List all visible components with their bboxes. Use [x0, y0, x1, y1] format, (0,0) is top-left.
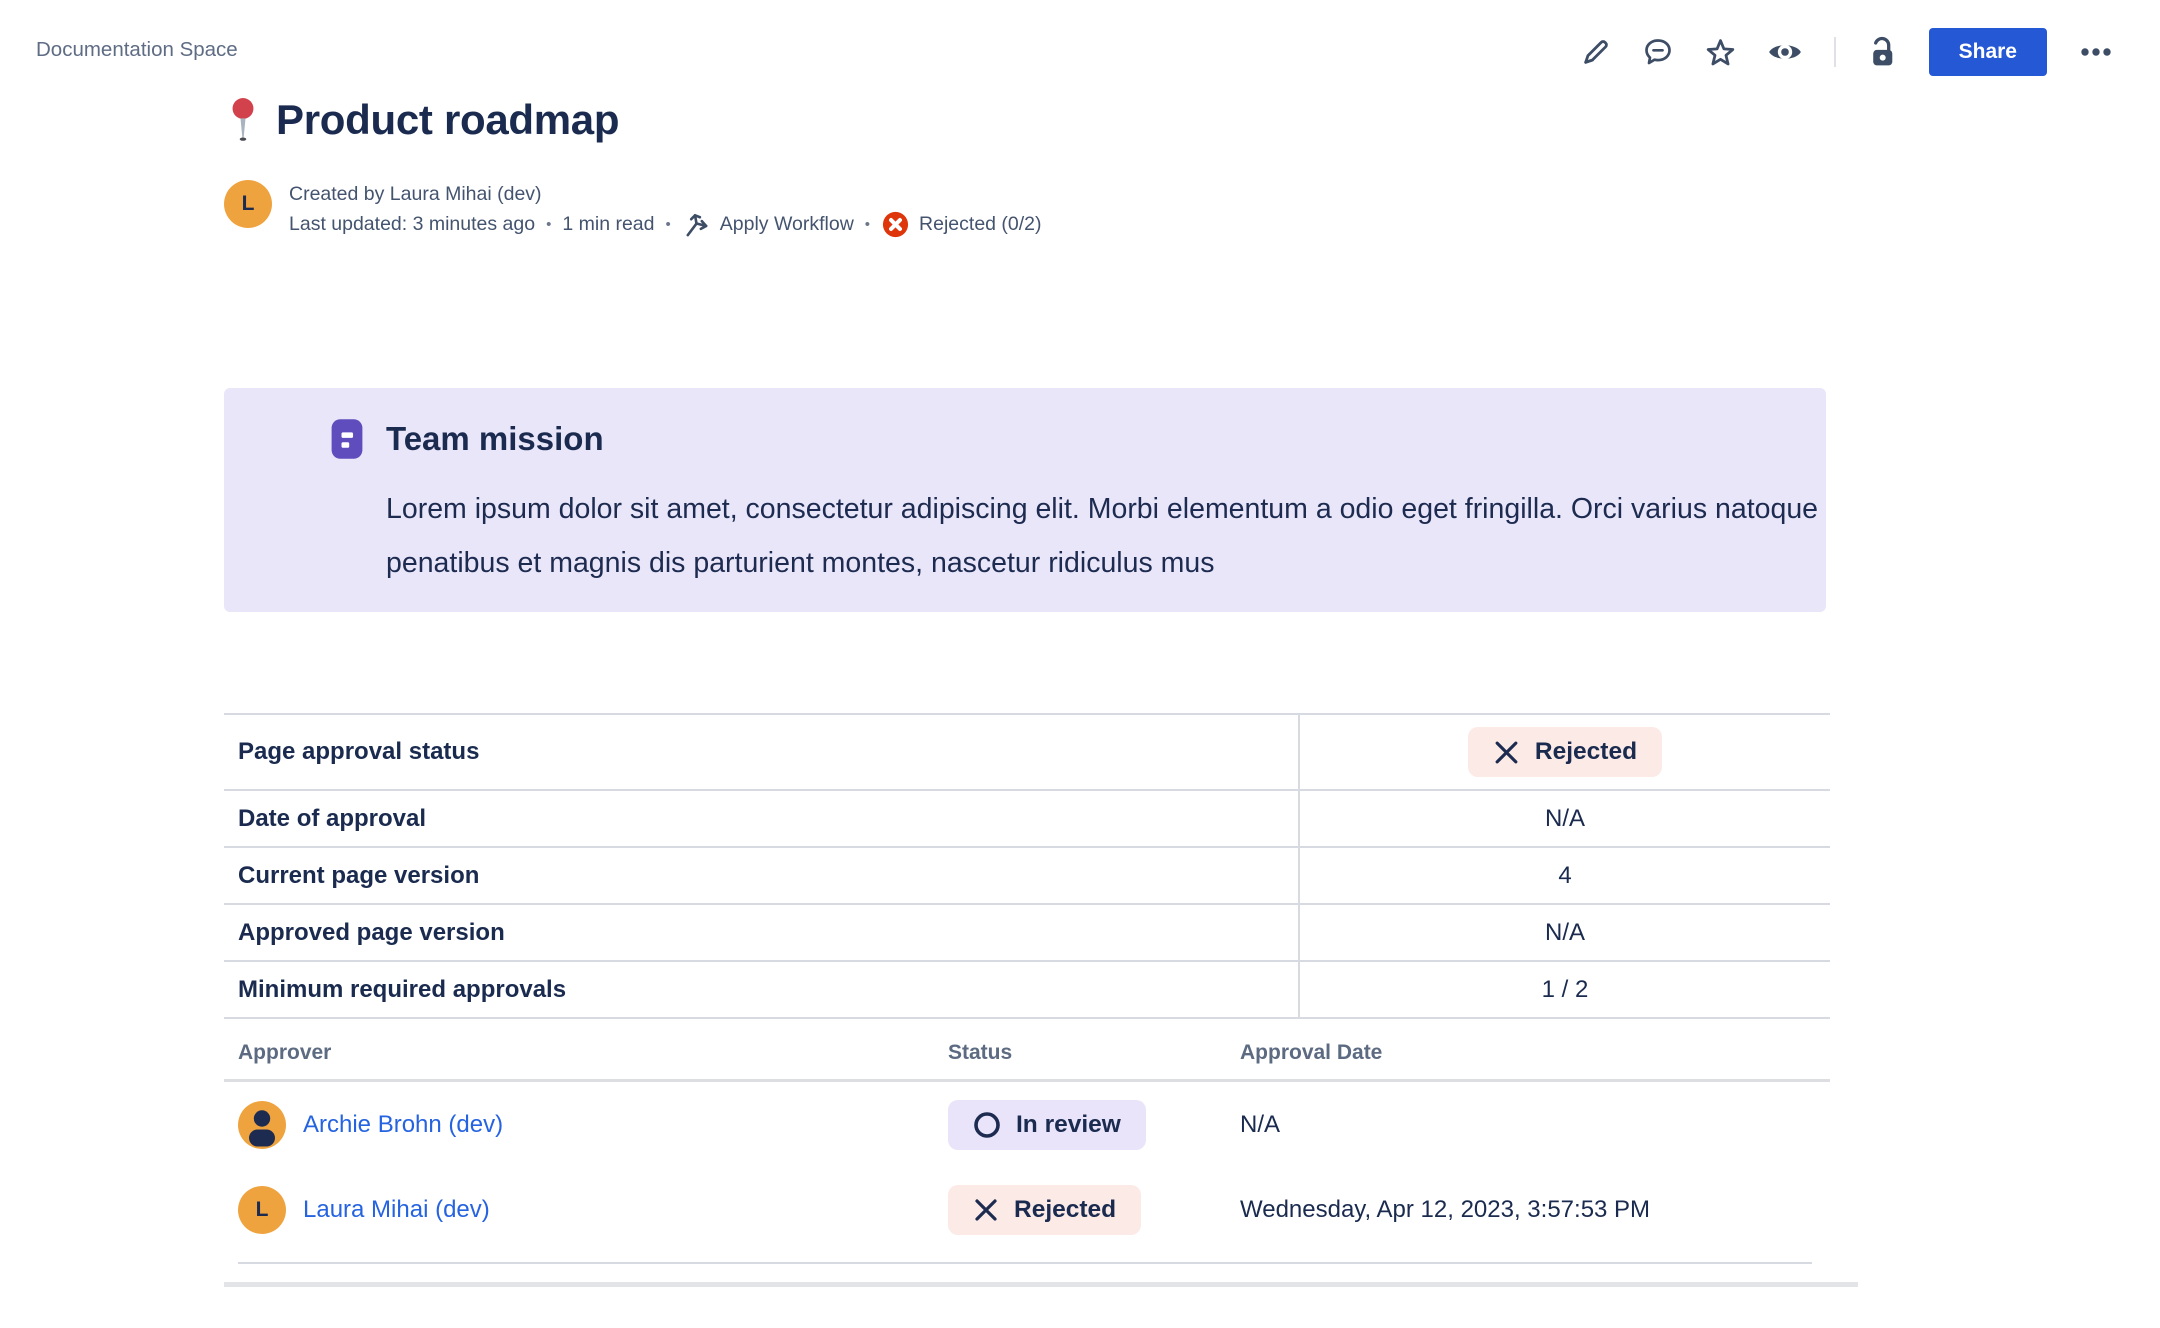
note-icon	[330, 417, 364, 461]
breadcrumb[interactable]: Documentation Space	[36, 38, 238, 62]
separator-dot: •	[666, 211, 671, 238]
separator-dot: •	[865, 211, 870, 238]
apply-workflow-label: Apply Workflow	[720, 211, 854, 238]
share-button[interactable]: Share	[1929, 28, 2047, 76]
workflow-icon	[682, 210, 711, 239]
eye-icon	[1767, 39, 1803, 65]
x-icon	[973, 1197, 999, 1223]
watch-button[interactable]	[1767, 39, 1803, 65]
row-label: Approved page version	[224, 905, 1298, 960]
table-row: Approved page version N/A	[224, 905, 1830, 962]
page-title: Product roadmap	[276, 96, 619, 144]
row-label: Current page version	[224, 848, 1298, 903]
circle-icon	[973, 1111, 1001, 1139]
pencil-icon	[1580, 37, 1611, 68]
more-button[interactable]	[2078, 37, 2114, 67]
row-value: N/A	[1298, 905, 1830, 960]
column-header-status: Status	[948, 1041, 1240, 1065]
panel-title: Team mission	[386, 420, 604, 458]
star-button[interactable]	[1705, 37, 1736, 68]
row-value: Rejected	[1298, 715, 1830, 789]
pushpin-emoji	[228, 97, 258, 143]
author-avatar[interactable]: L	[224, 180, 272, 228]
row-value: 1 / 2	[1298, 962, 1830, 1017]
edit-button[interactable]	[1580, 37, 1611, 68]
comment-button[interactable]	[1642, 36, 1674, 68]
table-row: Date of approval N/A	[224, 791, 1830, 848]
approver-link[interactable]: Archie Brohn (dev)	[303, 1111, 503, 1139]
approval-status-table: Page approval status Rejected Date of ap…	[224, 713, 1830, 1019]
approver-row: L Laura Mihai (dev) Rejected Wednesday, …	[224, 1167, 1830, 1252]
approver-link[interactable]: Laura Mihai (dev)	[303, 1196, 490, 1224]
badge-label: Rejected	[1014, 1196, 1116, 1224]
workflow-status-label: Rejected (0/2)	[919, 211, 1041, 238]
approver-avatar[interactable]	[238, 1101, 286, 1149]
approver-row: Archie Brohn (dev) In review N/A	[224, 1082, 1830, 1167]
table-row: Minimum required approvals 1 / 2	[224, 962, 1830, 1019]
restrictions-button[interactable]	[1867, 36, 1898, 69]
byline: L Created by Laura Mihai (dev) Last upda…	[224, 180, 1042, 239]
approval-date: N/A	[1240, 1111, 1830, 1139]
last-updated-link[interactable]: Last updated: 3 minutes ago	[289, 211, 535, 238]
created-by-text: Created by Laura Mihai (dev)	[289, 181, 1042, 208]
read-time: 1 min read	[562, 211, 654, 238]
row-value: N/A	[1298, 791, 1830, 846]
approvers-table: Approver Status Approval Date Archie Bro…	[224, 1026, 1830, 1252]
badge-label: Rejected	[1535, 738, 1637, 766]
row-label: Minimum required approvals	[224, 962, 1298, 1017]
panel-body: Lorem ipsum dolor sit amet, consectetur …	[386, 482, 1818, 590]
person-silhouette-icon	[238, 1101, 286, 1149]
star-icon	[1705, 37, 1736, 68]
rejected-circle-icon	[881, 210, 910, 239]
ellipsis-icon	[2078, 37, 2114, 67]
comment-icon	[1642, 36, 1674, 68]
approvers-bottom-border	[238, 1262, 1812, 1264]
workflow-status[interactable]: Rejected (0/2)	[881, 210, 1041, 239]
confluence-page: Documentation Space	[0, 0, 2160, 1328]
status-badge-rejected: Rejected	[948, 1185, 1141, 1235]
x-icon	[1493, 739, 1520, 766]
toolbar-divider	[1834, 37, 1836, 67]
badge-label: In review	[1016, 1111, 1121, 1139]
approval-date: Wednesday, Apr 12, 2023, 3:57:53 PM	[1240, 1196, 1830, 1224]
row-label: Date of approval	[224, 791, 1298, 846]
row-value: 4	[1298, 848, 1830, 903]
section-divider	[224, 1282, 1858, 1287]
status-badge-rejected: Rejected	[1468, 727, 1662, 777]
team-mission-panel: Team mission Lorem ipsum dolor sit amet,…	[224, 388, 1826, 612]
column-header-approver: Approver	[238, 1041, 948, 1065]
row-label: Page approval status	[224, 715, 1298, 789]
separator-dot: •	[546, 211, 551, 238]
toolbar: Share	[1580, 27, 2114, 77]
approver-avatar[interactable]: L	[238, 1186, 286, 1234]
table-row: Page approval status Rejected	[224, 715, 1830, 791]
status-badge-inreview: In review	[948, 1100, 1146, 1150]
table-row: Current page version 4	[224, 848, 1830, 905]
approvers-header-row: Approver Status Approval Date	[224, 1026, 1830, 1082]
column-header-approval-date: Approval Date	[1240, 1041, 1830, 1065]
page-title-row: Product roadmap	[228, 96, 619, 144]
apply-workflow-button[interactable]: Apply Workflow	[682, 210, 854, 239]
unlock-icon	[1867, 36, 1898, 69]
